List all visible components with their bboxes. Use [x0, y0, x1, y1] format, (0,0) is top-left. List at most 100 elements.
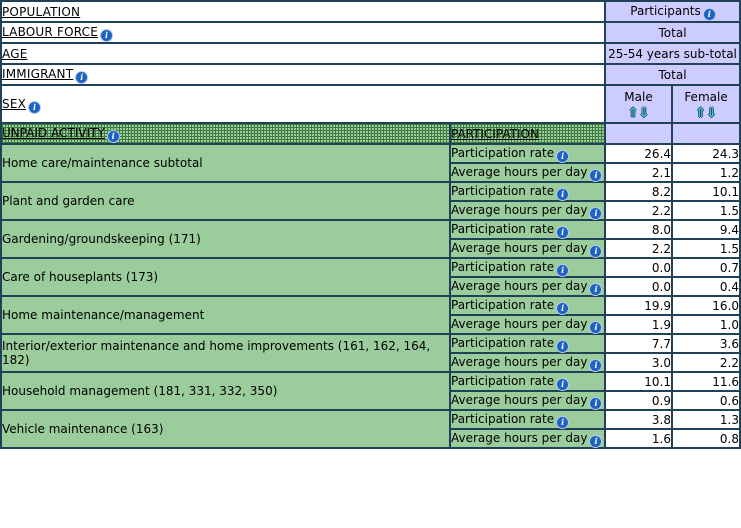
- measure-label-average-hours-per-day: Average hours per day i: [448, 352, 607, 373]
- value-average-hours-female: 1.5: [671, 200, 741, 221]
- unpaid-activity-header-cell: UNPAID ACTIVITY i: [0, 122, 451, 145]
- sex-header-spacer-female: [671, 122, 741, 145]
- measure-label-participation-rate: Participation rate i: [448, 143, 607, 164]
- info-icon-immigrant[interactable]: i: [76, 72, 88, 83]
- measure-label-participation-rate: Participation rate i: [448, 219, 607, 240]
- measure-text: Participation rate: [451, 336, 555, 350]
- dimension-link-immigrant[interactable]: IMMIGRANT: [2, 67, 73, 81]
- info-icon-participation-rate-4[interactable]: i: [557, 303, 569, 314]
- value-average-hours-male: 3.0: [604, 352, 674, 373]
- info-icon-participation-rate-6[interactable]: i: [557, 379, 569, 390]
- dimension-link-population[interactable]: POPULATION: [2, 5, 80, 19]
- info-icon-average-hours-6[interactable]: i: [590, 398, 602, 409]
- value-participation-rate-female: 10.1: [671, 181, 741, 202]
- sort-arrows-icon-male[interactable]: ⇑⇓: [606, 106, 671, 121]
- activity-name-cell: Interior/exterior maintenance and home i…: [0, 333, 451, 373]
- value-average-hours-female: 0.6: [671, 390, 741, 411]
- value-participation-rate-female: 16.0: [671, 295, 741, 316]
- dimension-row-immigrant: IMMIGRANT i Total: [0, 63, 741, 86]
- participation-header-cell: PARTICIPATION: [448, 122, 607, 145]
- table-row: Home maintenance/management Participation…: [0, 295, 741, 335]
- info-icon-participation-rate-1[interactable]: i: [557, 189, 569, 200]
- measure-text: Participation rate: [451, 222, 555, 236]
- value-average-hours-male: 2.1: [604, 162, 674, 183]
- sex-column-label-male: Male: [624, 89, 653, 104]
- info-icon-population-value[interactable]: i: [703, 9, 715, 20]
- dimension-row-population: POPULATION Participants i: [0, 0, 741, 23]
- info-icon-participation-rate-5[interactable]: i: [557, 341, 569, 352]
- info-icon-average-hours-1[interactable]: i: [590, 208, 602, 219]
- value-average-hours-male: 0.9: [604, 390, 674, 411]
- dimension-label-cell-population: POPULATION: [0, 0, 607, 23]
- info-icon-sex[interactable]: i: [29, 101, 41, 113]
- measure-text: Average hours per day: [451, 355, 588, 369]
- value-participation-rate-male: 8.2: [604, 181, 674, 202]
- value-participation-rate-female: 3.6: [671, 333, 741, 354]
- measure-text: Participation rate: [451, 412, 555, 426]
- table-row: Interior/exterior maintenance and home i…: [0, 333, 741, 373]
- activity-name-cell: Household management (181, 331, 332, 350…: [0, 371, 451, 411]
- measure-text: Average hours per day: [451, 279, 588, 293]
- dimension-label-cell-age: AGE: [0, 42, 607, 65]
- table-row: Home care/maintenance subtotal Participat…: [0, 143, 741, 183]
- sort-arrows-icon-female[interactable]: ⇑⇓: [673, 106, 739, 121]
- dimension-label-cell-sex: SEX i: [0, 84, 607, 124]
- value-participation-rate-female: 11.6: [671, 371, 741, 392]
- measure-text: Participation rate: [451, 146, 555, 160]
- info-icon-average-hours-3[interactable]: i: [590, 284, 602, 295]
- measure-label-average-hours-per-day: Average hours per day i: [448, 200, 607, 221]
- measure-label-average-hours-per-day: Average hours per day i: [448, 390, 607, 411]
- measure-text: Participation rate: [451, 260, 555, 274]
- dimension-value-immigrant: Total: [604, 63, 741, 86]
- sex-column-label-female: Female: [684, 89, 728, 104]
- info-icon-average-hours-7[interactable]: i: [590, 436, 602, 447]
- measure-label-participation-rate: Participation rate i: [448, 371, 607, 392]
- sex-column-header-female: Female ⇑⇓: [671, 84, 741, 124]
- info-icon-labour-force[interactable]: i: [101, 30, 113, 41]
- activity-name-cell: Home maintenance/management: [0, 295, 451, 335]
- measure-label-average-hours-per-day: Average hours per day i: [448, 314, 607, 335]
- table-row: Care of houseplants (173) Participation r…: [0, 257, 741, 297]
- unpaid-activity-link[interactable]: UNPAID ACTIVITY: [2, 126, 105, 140]
- info-icon-average-hours-0[interactable]: i: [590, 170, 602, 181]
- info-icon-average-hours-4[interactable]: i: [590, 322, 602, 333]
- measure-text: Participation rate: [451, 298, 555, 312]
- measure-label-participation-rate: Participation rate i: [448, 409, 607, 430]
- measure-text: Average hours per day: [451, 203, 588, 217]
- dimension-link-age[interactable]: AGE: [2, 47, 27, 61]
- measure-text: Average hours per day: [451, 165, 588, 179]
- measure-label-participation-rate: Participation rate i: [448, 295, 607, 316]
- info-icon-participation-rate-0[interactable]: i: [557, 151, 569, 162]
- info-icon-average-hours-5[interactable]: i: [590, 360, 602, 371]
- activity-participation-header-row: UNPAID ACTIVITY i PARTICIPATION: [0, 122, 741, 145]
- value-average-hours-female: 1.0: [671, 314, 741, 335]
- dimension-value-text-labour-force: Total: [658, 25, 687, 40]
- value-average-hours-female: 1.5: [671, 238, 741, 259]
- table-row: Gardening/groundskeeping (171) Participat…: [0, 219, 741, 259]
- statistics-data-table: POPULATION Participants i LABOUR FORCE i Tota…: [0, 0, 741, 449]
- measure-label-average-hours-per-day: Average hours per day i: [448, 162, 607, 183]
- dimension-value-age: 25-54 years sub-total: [604, 42, 741, 65]
- table-row: Household management (181, 331, 332, 350…: [0, 371, 741, 411]
- info-icon-participation-rate-7[interactable]: i: [557, 417, 569, 428]
- dimension-link-sex[interactable]: SEX: [2, 97, 26, 111]
- value-average-hours-female: 0.4: [671, 276, 741, 297]
- info-icon-participation-rate-2[interactable]: i: [557, 227, 569, 238]
- value-average-hours-female: 2.2: [671, 352, 741, 373]
- value-participation-rate-male: 19.9: [604, 295, 674, 316]
- info-icon-average-hours-2[interactable]: i: [590, 246, 602, 257]
- dimension-label-cell-labour-force: LABOUR FORCE i: [0, 21, 607, 44]
- value-average-hours-male: 1.6: [604, 428, 674, 449]
- sex-header-spacer-male: [604, 122, 674, 145]
- value-participation-rate-female: 24.3: [671, 143, 741, 164]
- measure-text: Average hours per day: [451, 241, 588, 255]
- info-icon-unpaid-activity[interactable]: i: [107, 131, 119, 142]
- table-row: Vehicle maintenance (163) Participation r…: [0, 409, 741, 449]
- value-participation-rate-female: 1.3: [671, 409, 741, 430]
- measure-text: Participation rate: [451, 184, 555, 198]
- participation-link[interactable]: PARTICIPATION: [451, 127, 539, 141]
- measure-label-average-hours-per-day: Average hours per day i: [448, 276, 607, 297]
- info-icon-participation-rate-3[interactable]: i: [557, 265, 569, 276]
- value-participation-rate-male: 10.1: [604, 371, 674, 392]
- dimension-link-labour-force[interactable]: LABOUR FORCE: [2, 25, 98, 39]
